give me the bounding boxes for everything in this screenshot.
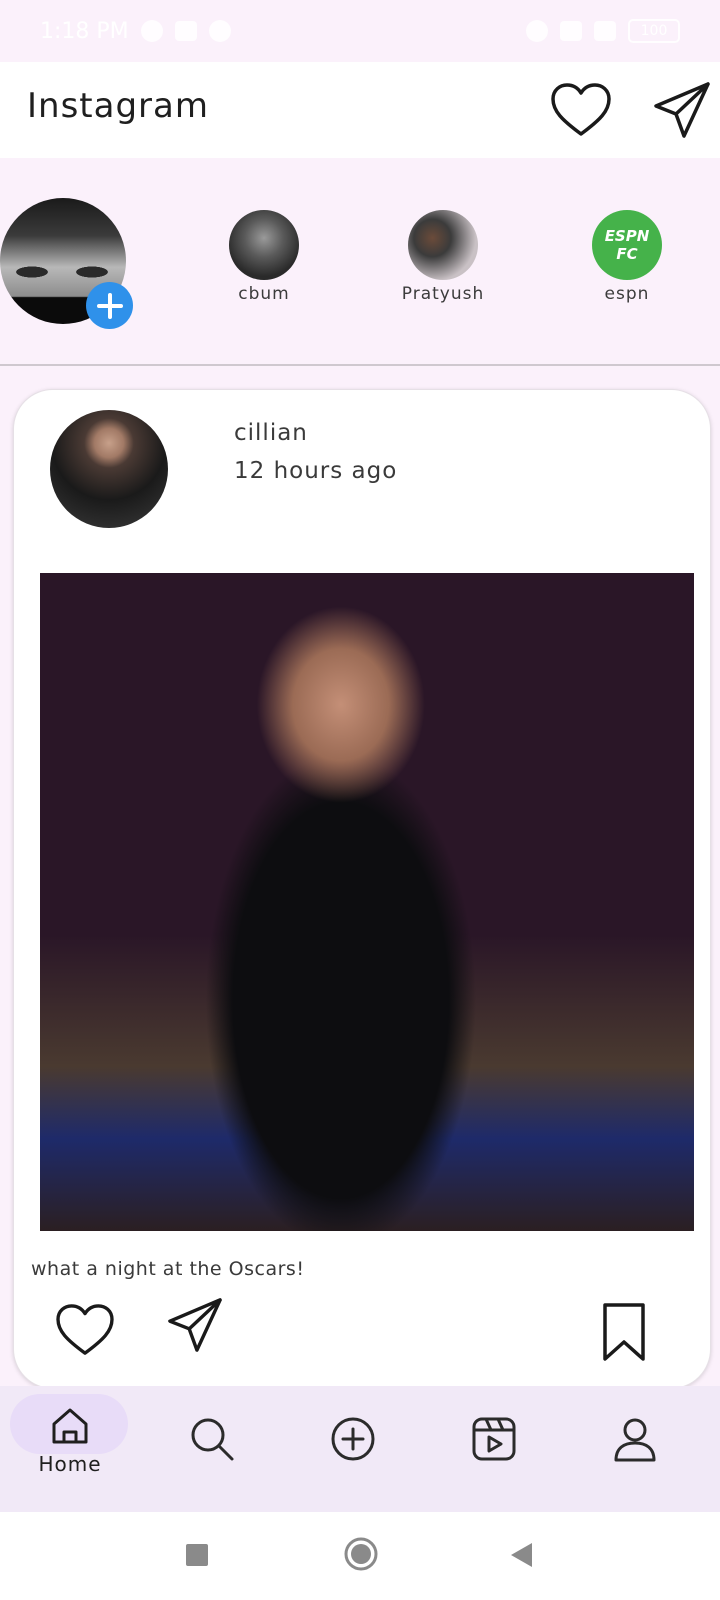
heart-icon[interactable] [548,80,614,140]
stories-tray: cbum Pratyush ESPN FC espn [0,158,720,364]
nav-home[interactable]: Home [10,1394,130,1494]
app-bar: Instagram [0,62,720,158]
add-story-button[interactable] [86,282,133,329]
post-card: cillian 12 hours ago what a night at the… [13,389,711,1389]
story-item[interactable]: cbum [194,210,334,304]
profile-icon [614,1418,656,1462]
story-name: cbum [238,284,290,304]
home-circle-icon[interactable] [343,1536,379,1572]
story-item[interactable]: ESPN FC espn [557,210,697,304]
post-image[interactable] [40,573,694,1231]
add-circle-icon [331,1417,375,1461]
share-button[interactable] [164,1294,226,1356]
search-icon [191,1418,234,1461]
recents-icon[interactable] [184,1542,210,1568]
app-title: Instagram [27,86,209,126]
divider [0,364,720,366]
heart-outline-icon [551,83,611,136]
espn-logo-text: ESPN FC [604,227,650,263]
paper-plane-icon [168,1298,222,1352]
plus-icon [96,292,123,319]
app-notification-icon [174,21,197,41]
signal-icon [560,21,582,41]
story-name: Pratyush [401,284,485,304]
status-bar: 1:18 PM 100 [0,0,720,62]
story-avatar [229,210,299,280]
heart-icon [56,1304,114,1355]
send-icon[interactable] [650,78,714,142]
status-time: 1:18 PM [40,18,129,44]
story-name: espn [604,284,650,304]
nav-reels[interactable] [434,1404,554,1494]
espn-logo: ESPN FC [592,210,662,280]
nav-search[interactable] [152,1404,272,1494]
back-icon[interactable] [508,1540,534,1570]
reels-icon [472,1417,516,1461]
system-navigation [0,1512,720,1600]
nav-create[interactable] [293,1404,413,1494]
battery-icon: 100 [628,19,680,43]
bottom-navigation: Home [0,1386,720,1512]
bookmark-button[interactable] [602,1302,646,1362]
status-right: 100 [526,19,680,43]
like-button[interactable] [54,1302,116,1358]
nav-profile[interactable] [575,1404,695,1494]
status-left: 1:18 PM [40,19,231,44]
notification-icon [208,20,231,42]
post-author-avatar[interactable] [50,410,168,528]
paper-plane-icon [654,82,710,138]
bluetooth-icon [526,20,548,42]
post-caption: what a night at the Oscars! [31,1258,305,1280]
story-item[interactable]: Pratyush [373,210,513,304]
home-icon [52,1408,88,1444]
nav-home-label: Home [38,1452,102,1476]
story-avatar [408,210,478,280]
post-username[interactable]: cillian [234,420,308,446]
wifi-icon [594,21,616,41]
bookmark-icon [603,1303,645,1361]
notification-icon [140,20,163,42]
post-timestamp: 12 hours ago [234,458,398,484]
